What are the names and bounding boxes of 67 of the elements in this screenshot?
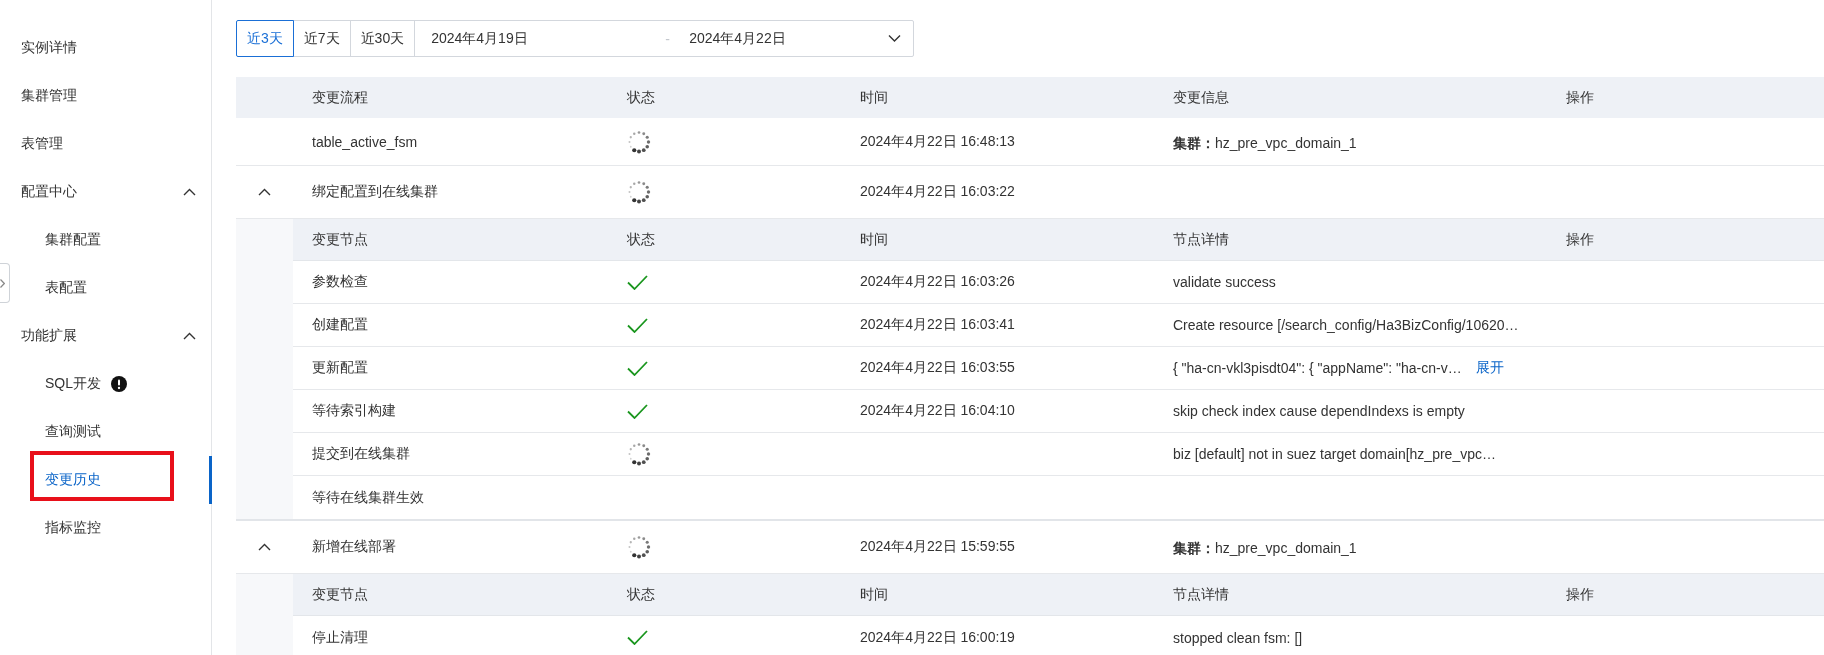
column-header: 操作	[1566, 585, 1594, 602]
column-header: 时间	[860, 230, 888, 247]
chevron-right-icon	[0, 278, 5, 288]
sidebar-item[interactable]: 集群配置	[11, 216, 211, 264]
node-name: 参数检查	[312, 273, 368, 291]
end-date: 2024年4月22日	[689, 29, 787, 48]
node-name: 等待索引构建	[312, 402, 396, 420]
column-header: 变更节点	[312, 585, 368, 602]
timestamp: 2024年4月22日 16:00:19	[860, 628, 1015, 647]
cluster-info: 集群：hz_pre_vpc_domain_1	[1173, 540, 1357, 558]
column-header: 操作	[1566, 230, 1594, 247]
column-header: 时间	[860, 585, 888, 602]
node-detail: Create resource [/search_config/Ha3BizConfig/10620…	[1173, 317, 1519, 333]
timestamp: 2024年4月22日 16:03:55	[860, 359, 1015, 377]
node-detail: validate success	[1173, 274, 1276, 290]
sidebar-item[interactable]: 查询测试	[11, 408, 211, 456]
sidebar-item[interactable]: 表管理	[11, 120, 211, 168]
column-header: 变更节点	[312, 230, 368, 247]
column-header: 状态	[627, 88, 655, 105]
range-tab[interactable]: 近3天	[236, 20, 294, 57]
column-header: 操作	[1566, 88, 1594, 105]
node-name: 提交到在线集群	[312, 445, 410, 463]
node-name: 停止清理	[312, 628, 368, 647]
chevron-down-icon[interactable]	[888, 34, 902, 43]
chevron-up-icon[interactable]	[258, 542, 271, 552]
sidebar-item[interactable]: 配置中心	[11, 168, 211, 216]
sidebar-item[interactable]: SQL开发	[11, 360, 211, 408]
node-detail: biz [default] not in suez target domain[hz_pre_vpc…	[1173, 446, 1496, 462]
column-header: 节点详情	[1173, 585, 1229, 602]
sidebar-item[interactable]: 变更历史	[11, 456, 212, 504]
chevron-up-icon[interactable]	[183, 331, 196, 341]
expand-link[interactable]: 展开	[1475, 359, 1504, 377]
start-date: 2024年4月19日	[431, 29, 529, 48]
date-range-picker[interactable]: 2024年4月19日 - 2024年4月22日	[414, 20, 915, 57]
timestamp: 2024年4月22日 16:03:22	[860, 183, 1015, 201]
column-header: 变更流程	[312, 88, 368, 105]
column-header: 节点详情	[1173, 230, 1229, 247]
timestamp: 2024年4月22日 16:48:13	[860, 132, 1015, 151]
column-header: 时间	[860, 88, 888, 105]
range-tab[interactable]: 近30天	[349, 20, 416, 57]
timestamp: 2024年4月22日 16:03:26	[860, 273, 1015, 291]
timestamp: 2024年4月22日 15:59:55	[860, 538, 1015, 556]
column-header: 状态	[627, 230, 655, 247]
range-tab[interactable]: 近7天	[292, 20, 351, 57]
timestamp: 2024年4月22日 16:03:41	[860, 316, 1015, 334]
sidebar-item[interactable]: 指标监控	[11, 504, 211, 552]
column-header: 状态	[627, 585, 655, 602]
flow-name: 新增在线部署	[312, 538, 396, 556]
node-detail: skip check index cause dependIndexs is empty	[1173, 403, 1465, 419]
chevron-up-icon[interactable]	[258, 187, 271, 197]
chevron-up-icon[interactable]	[183, 187, 196, 197]
node-name: 等待在线集群生效	[312, 488, 424, 507]
cluster-info: 集群：hz_pre_vpc_domain_1	[1173, 134, 1357, 153]
node-name: 创建配置	[312, 316, 368, 334]
collapse-handle[interactable]	[0, 263, 10, 303]
node-detail: { "ha-cn-vkl3pisdt04": { "appName": "ha-cn-v…	[1173, 360, 1462, 376]
flow-name: 绑定配置到在线集群	[312, 183, 438, 201]
flow-name: table_active_fsm	[312, 133, 418, 150]
node-detail: stopped clean fsm: []	[1173, 629, 1303, 646]
column-header: 变更信息	[1173, 88, 1229, 105]
sidebar-item[interactable]: 集群管理	[11, 72, 211, 120]
timestamp: 2024年4月22日 16:04:10	[860, 402, 1015, 420]
sidebar-item[interactable]: 表配置	[11, 264, 211, 312]
sidebar-item[interactable]: 实例详情	[11, 24, 211, 72]
node-name: 更新配置	[312, 359, 368, 377]
sidebar-item[interactable]: 功能扩展	[11, 312, 211, 360]
date-separator: -	[665, 30, 671, 47]
